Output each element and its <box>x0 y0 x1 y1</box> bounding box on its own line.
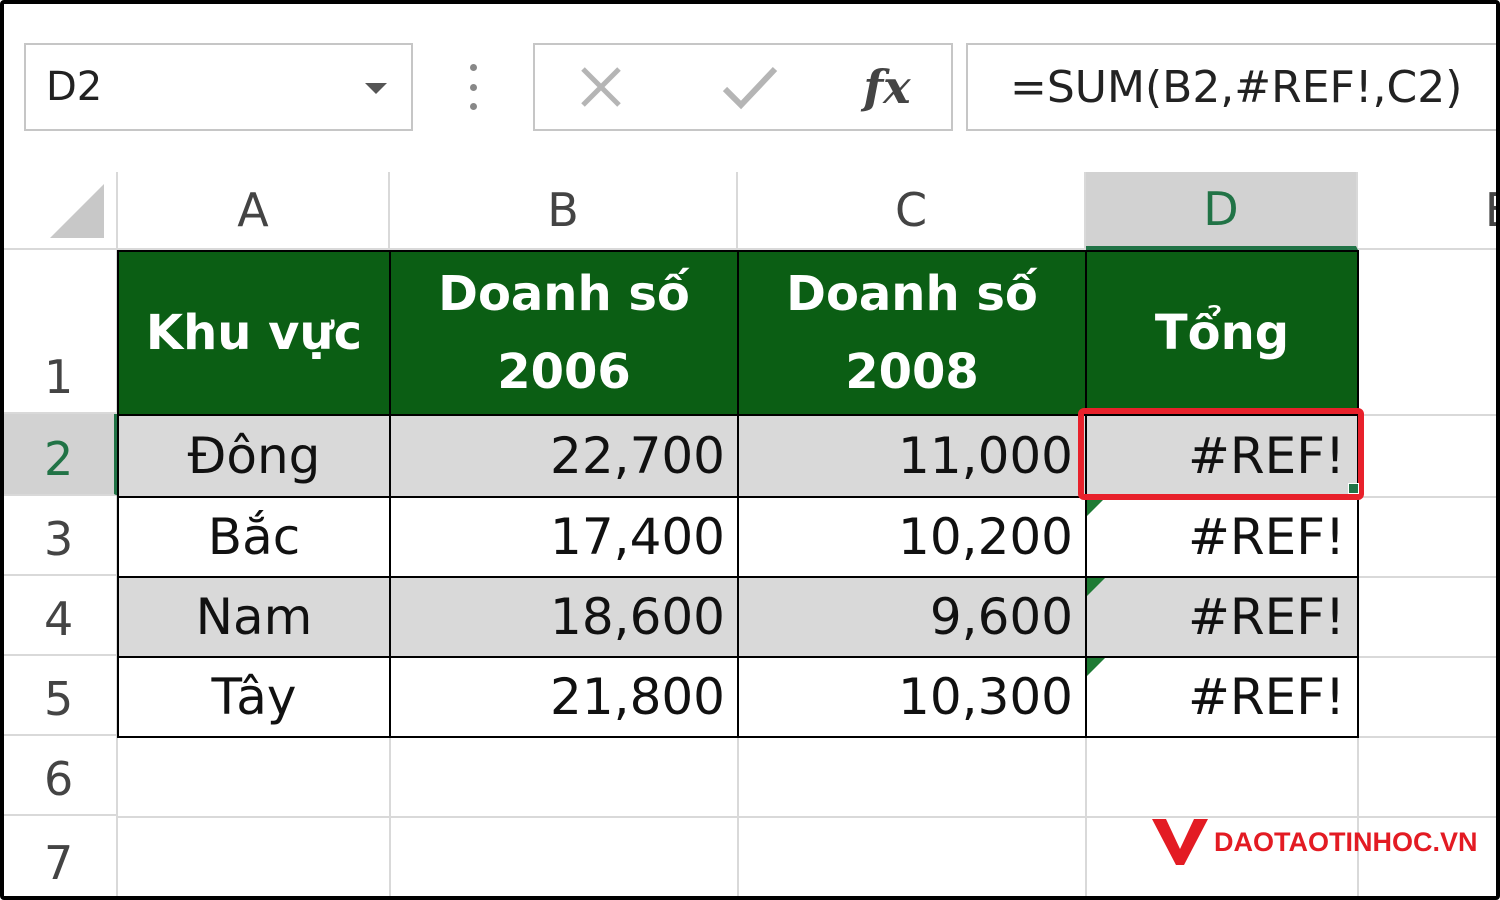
active-cell-highlight <box>1078 408 1364 500</box>
cell-d1[interactable]: Tổng <box>1085 250 1359 416</box>
cell-c4[interactable]: 9,600 <box>737 576 1087 658</box>
formula-buttons: fx <box>533 43 953 131</box>
header-sales-2008-line2: 2008 <box>845 344 979 400</box>
cell-c1[interactable]: Doanh số 2008 <box>737 250 1087 416</box>
cell-c3[interactable]: 10,200 <box>737 496 1087 578</box>
header-total: Tổng <box>1154 305 1290 361</box>
gridline <box>1085 736 1087 900</box>
row-header-4[interactable]: 4 <box>4 576 118 656</box>
error-indicator-icon[interactable] <box>1087 658 1105 676</box>
cell-b5[interactable]: 21,800 <box>389 656 739 738</box>
cell-b4[interactable]: 18,600 <box>389 576 739 658</box>
gridline <box>1358 496 1500 498</box>
x-icon[interactable] <box>569 45 633 129</box>
cell-c2[interactable]: 11,000 <box>737 414 1087 498</box>
error-indicator-icon[interactable] <box>1087 578 1105 596</box>
cell-a2[interactable]: Đông <box>117 414 391 498</box>
column-header-b[interactable]: B <box>390 172 738 250</box>
gridline <box>1358 576 1500 578</box>
check-icon[interactable] <box>713 45 787 129</box>
gridline <box>1358 414 1500 416</box>
cell-a3[interactable]: Bắc <box>117 496 391 578</box>
watermark: DAOTAOTINHOC.VN <box>1150 810 1478 870</box>
header-sales-2006-line2: 2006 <box>497 344 631 400</box>
header-sales-2008-line1: Doanh số <box>786 266 1038 322</box>
row-header-5[interactable]: 5 <box>4 656 118 736</box>
v-logo-icon <box>1152 819 1208 865</box>
fill-handle[interactable] <box>1348 483 1359 494</box>
select-all-button[interactable] <box>4 172 118 250</box>
row-header-6[interactable]: 6 <box>4 736 118 816</box>
cell-b3[interactable]: 17,400 <box>389 496 739 578</box>
column-header-a[interactable]: A <box>118 172 390 250</box>
insert-function-button[interactable]: fx <box>847 45 927 129</box>
cell-d4[interactable]: #REF! <box>1085 576 1359 658</box>
name-box-value: D2 <box>46 64 103 110</box>
row-header-2[interactable]: 2 <box>4 414 118 496</box>
formula-text: =SUM(B2,#REF!,C2) <box>1010 61 1463 113</box>
header-sales-2006-line1: Doanh số <box>438 266 690 322</box>
cell-a5[interactable]: Tây <box>117 656 391 738</box>
fx-icon: fx <box>863 60 911 114</box>
name-box[interactable]: D2 <box>24 43 413 131</box>
row-header-3[interactable]: 3 <box>4 496 118 576</box>
cell-d5[interactable]: #REF! <box>1085 656 1359 738</box>
column-header-e[interactable]: E <box>1358 172 1500 250</box>
cell-b1[interactable]: Doanh số 2006 <box>389 250 739 416</box>
more-options-icon[interactable] <box>466 64 480 110</box>
cell-c5[interactable]: 10,300 <box>737 656 1087 738</box>
cell-b2[interactable]: 22,700 <box>389 414 739 498</box>
row-header-7[interactable]: 7 <box>4 816 118 900</box>
formula-input[interactable]: =SUM(B2,#REF!,C2) <box>966 43 1500 131</box>
gridline <box>1358 656 1500 658</box>
gridline <box>737 736 739 900</box>
cell-a4[interactable]: Nam <box>117 576 391 658</box>
chevron-down-icon[interactable] <box>365 83 387 94</box>
cell-d3[interactable]: #REF! <box>1085 496 1359 578</box>
watermark-text: DAOTAOTINHOC.VN <box>1214 826 1478 857</box>
gridline <box>389 736 391 900</box>
column-header-d[interactable]: D <box>1086 172 1358 250</box>
error-indicator-icon[interactable] <box>1087 498 1105 516</box>
row-header-1[interactable]: 1 <box>4 250 118 414</box>
cell-a1[interactable]: Khu vực <box>117 250 391 416</box>
column-header-c[interactable]: C <box>738 172 1086 250</box>
header-region: Khu vực <box>145 305 363 361</box>
